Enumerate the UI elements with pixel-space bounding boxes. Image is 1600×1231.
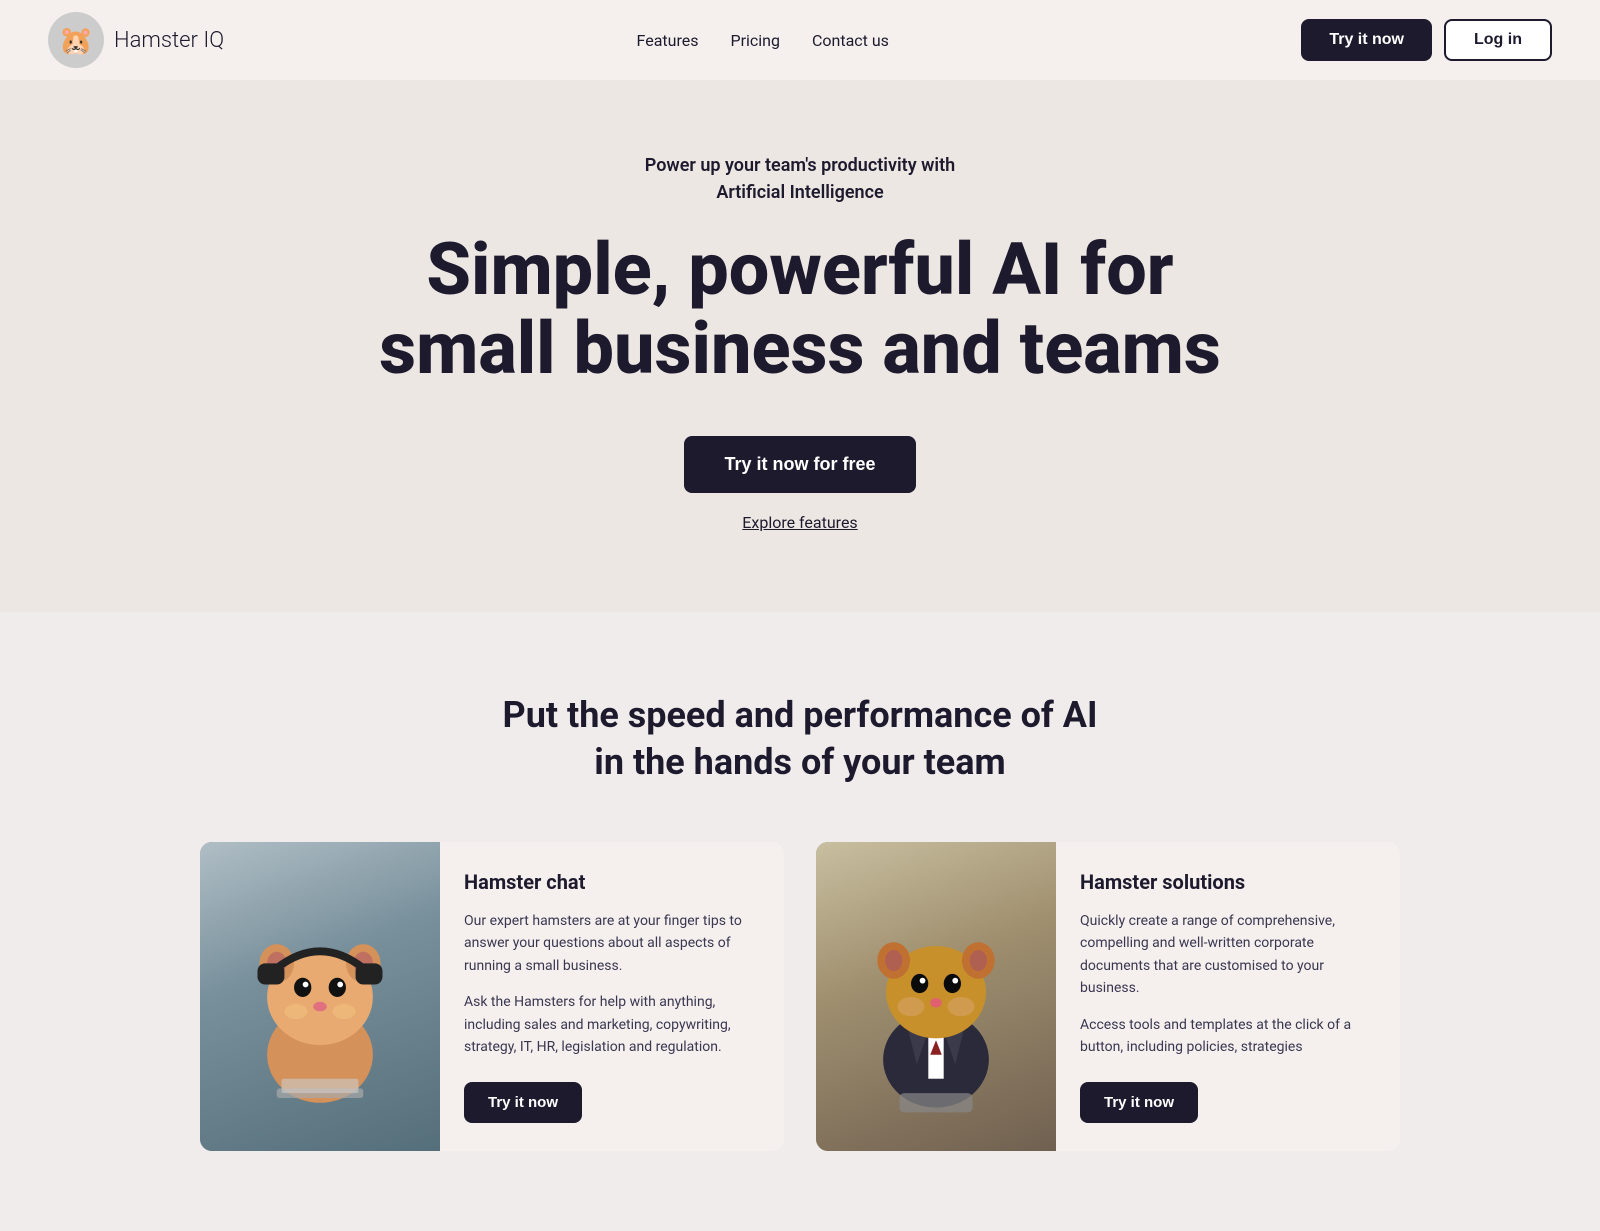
hamster-solutions-visual <box>816 842 1056 1151</box>
logo-brand: Hamster <box>114 28 198 53</box>
nav-features[interactable]: Features <box>637 31 699 50</box>
logo-icon: 🐹 <box>48 12 104 68</box>
login-button[interactable]: Log in <box>1444 19 1552 61</box>
hamster-chat-try-button[interactable]: Try it now <box>464 1082 582 1123</box>
explore-features-link[interactable]: Explore features <box>742 513 857 532</box>
features-title-line1: Put the speed and performance of AI <box>503 694 1098 736</box>
logo-suffix: IQ <box>203 28 224 53</box>
hamster-chat-card: Hamster chat Our expert hamsters are at … <box>200 842 784 1151</box>
hero-cta-button[interactable]: Try it now for free <box>684 436 915 493</box>
hamster-solutions-title: Hamster solutions <box>1080 870 1376 894</box>
hamster-chat-image <box>200 842 440 1151</box>
hamster-chat-text1: Our expert hamsters are at your finger t… <box>464 910 760 977</box>
logo[interactable]: 🐹 Hamster IQ <box>48 12 224 68</box>
hamster-chat-svg <box>220 872 420 1122</box>
header: 🐹 Hamster IQ Features Pricing Contact us… <box>0 0 1600 80</box>
hamster-solutions-card: Hamster solutions Quickly create a range… <box>816 842 1400 1151</box>
nav-pricing[interactable]: Pricing <box>730 31 780 50</box>
hamster-chat-content: Hamster chat Our expert hamsters are at … <box>440 842 784 1151</box>
cards-grid: Hamster chat Our expert hamsters are at … <box>200 842 1400 1151</box>
hamster-solutions-svg <box>836 872 1036 1122</box>
features-title-line2: in the hands of your team <box>594 741 1005 783</box>
hamster-solutions-text1: Quickly create a range of comprehensive,… <box>1080 910 1376 1000</box>
hero-title-line1: Simple, powerful AI for <box>426 227 1173 312</box>
hero-title-line2: small business and teams <box>379 306 1221 391</box>
hamster-chat-visual <box>200 842 440 1151</box>
try-it-now-button[interactable]: Try it now <box>1301 19 1432 61</box>
features-section: Put the speed and performance of AI in t… <box>0 612 1600 1231</box>
hamster-solutions-image <box>816 842 1056 1151</box>
logo-text: Hamster IQ <box>114 28 224 53</box>
hamster-chat-text2: Ask the Hamsters for help with anything,… <box>464 991 760 1058</box>
hamster-solutions-content: Hamster solutions Quickly create a range… <box>1056 842 1400 1151</box>
nav-contact[interactable]: Contact us <box>812 31 889 50</box>
hero-subtitle: Power up your team's productivity withAr… <box>48 152 1552 206</box>
nav-actions: Try it now Log in <box>1301 19 1552 61</box>
features-title: Put the speed and performance of AI in t… <box>48 692 1552 786</box>
hamster-solutions-text2: Access tools and templates at the click … <box>1080 1014 1376 1059</box>
nav: Features Pricing Contact us <box>637 31 889 50</box>
hamster-chat-title: Hamster chat <box>464 870 760 894</box>
hero-cta: Try it now for free Explore features <box>48 436 1552 532</box>
hero-title: Simple, powerful AI for small business a… <box>350 230 1250 388</box>
hero-section: Power up your team's productivity withAr… <box>0 80 1600 612</box>
hamster-solutions-try-button[interactable]: Try it now <box>1080 1082 1198 1123</box>
